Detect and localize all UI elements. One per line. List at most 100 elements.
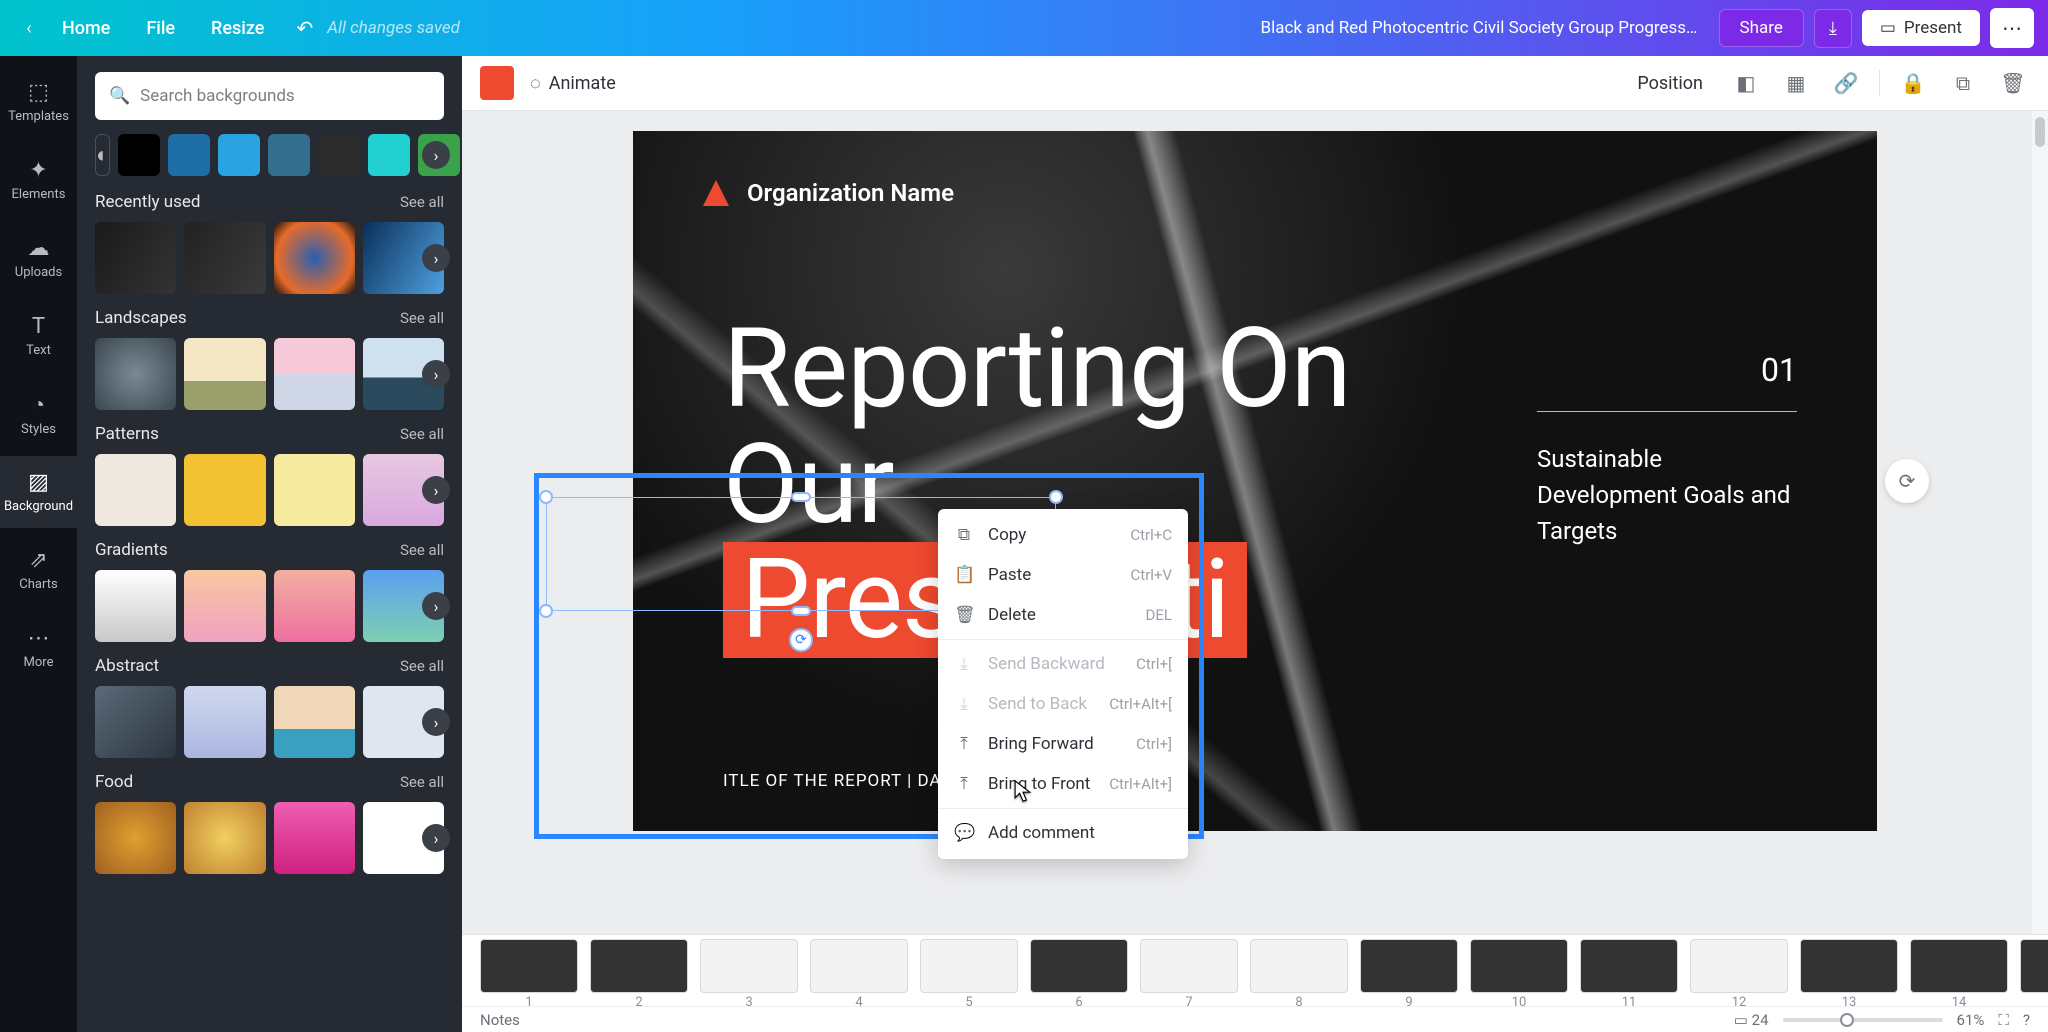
slide-number[interactable]: 01 [1761,351,1797,389]
slide-thumb[interactable] [920,939,1018,993]
slide-side-text[interactable]: Sustainable Development Goals and Target… [1537,441,1797,549]
slide-thumb[interactable] [810,939,908,993]
color-swatch[interactable] [118,134,160,176]
color-swatch[interactable] [268,134,310,176]
row-next-button[interactable]: › [422,360,450,388]
ctx-bring-to-front[interactable]: ⤒Bring to FrontCtrl+Alt+] [938,764,1188,804]
document-title[interactable]: Black and Red Photocentric Civil Society… [1261,18,1701,38]
slide-thumb[interactable] [590,939,688,993]
slide-thumb[interactable] [1910,939,2008,993]
color-swatch[interactable] [318,134,360,176]
slide-thumb[interactable] [480,939,578,993]
present-button[interactable]: ▭ Present [1862,10,1980,46]
slide-thumb[interactable] [1800,939,1898,993]
checker-icon[interactable]: ▦ [1779,71,1813,95]
fill-color-button[interactable] [480,66,514,100]
rail-charts[interactable]: ⇗Charts [0,534,77,606]
canvas-area[interactable]: Organization Name Reporting On Our Prese… [462,111,2048,934]
row-next-button[interactable]: › [422,476,450,504]
more-button[interactable]: ⋯ [1990,8,2034,48]
slide-thumb[interactable] [1690,939,1788,993]
swatch-next-button[interactable]: › [422,141,450,169]
home-menu[interactable]: Home [44,18,128,39]
trash-icon[interactable]: 🗑 [1996,71,2030,95]
background-thumb[interactable] [184,338,265,410]
resize-handle[interactable] [539,604,553,618]
vertical-scrollbar[interactable] [2032,111,2048,934]
see-all-link[interactable]: See all [400,193,444,211]
see-all-link[interactable]: See all [400,657,444,675]
resize-menu[interactable]: Resize [193,18,282,39]
image-picker-button[interactable]: ◐ [95,134,110,176]
background-thumb[interactable] [274,570,355,642]
see-all-link[interactable]: See all [400,425,444,443]
resize-handle[interactable] [1049,490,1063,504]
duplicate-icon[interactable]: ⧉ [1946,71,1980,95]
background-thumb[interactable] [184,222,265,294]
ctx-paste[interactable]: 📋PasteCtrl+V [938,555,1188,595]
rail-background[interactable]: ▨Background [0,456,77,528]
background-thumb[interactable] [95,802,176,874]
rail-text[interactable]: TText [0,300,77,372]
ctx-add-comment[interactable]: 💬Add comment [938,813,1188,853]
background-thumb[interactable] [274,802,355,874]
slide-thumb[interactable] [700,939,798,993]
slide-thumb[interactable] [1470,939,1568,993]
slide-thumb[interactable] [1250,939,1348,993]
undo-button[interactable]: ↶ [282,16,327,40]
rail-templates[interactable]: ⬚Templates [0,66,77,138]
resize-handle[interactable] [791,606,811,616]
background-thumb[interactable] [274,454,355,526]
notes-button[interactable]: Notes [480,1011,520,1029]
rail-styles[interactable]: ◔Styles [0,378,77,450]
slide-thumb[interactable] [1360,939,1458,993]
background-thumb[interactable] [274,338,355,410]
rail-more[interactable]: ⋯More [0,612,77,684]
resize-handle[interactable] [791,492,811,502]
fullscreen-icon[interactable]: ⛶ [1998,1011,2009,1029]
row-next-button[interactable]: › [422,824,450,852]
page-count[interactable]: ▭ 24 [1734,1011,1769,1029]
see-all-link[interactable]: See all [400,309,444,327]
background-thumb[interactable] [95,570,176,642]
sync-button[interactable]: ⟳ [1885,459,1929,503]
row-next-button[interactable]: › [422,708,450,736]
rail-elements[interactable]: ✦Elements [0,144,77,216]
background-thumb[interactable] [95,222,176,294]
see-all-link[interactable]: See all [400,773,444,791]
download-button[interactable]: ⤓ [1814,9,1852,48]
file-menu[interactable]: File [128,18,193,39]
background-thumb[interactable] [184,454,265,526]
background-thumb[interactable] [95,686,176,758]
search-input[interactable]: 🔍 Search backgrounds [95,72,444,120]
back-button[interactable]: ‹ [14,18,44,39]
org-header[interactable]: Organization Name [703,179,954,207]
slide-thumb[interactable] [1580,939,1678,993]
slide-thumb[interactable] [1030,939,1128,993]
background-thumb[interactable] [274,222,355,294]
background-thumb[interactable] [184,570,265,642]
background-thumb[interactable] [95,338,176,410]
zoom-slider[interactable] [1783,1018,1943,1022]
slide-thumb[interactable] [2020,939,2048,993]
ctx-copy[interactable]: ⧉CopyCtrl+C [938,515,1188,555]
zoom-value[interactable]: 61% [1957,1011,1985,1029]
help-icon[interactable]: ? [2023,1011,2030,1029]
see-all-link[interactable]: See all [400,541,444,559]
transparency-icon[interactable]: ◧ [1729,71,1763,95]
background-thumb[interactable] [274,686,355,758]
position-button[interactable]: Position [1627,73,1713,94]
link-icon[interactable]: 🔗 [1829,71,1863,95]
row-next-button[interactable]: › [422,592,450,620]
rail-uploads[interactable]: ☁Uploads [0,222,77,294]
color-swatch[interactable] [168,134,210,176]
slide-thumb[interactable] [1140,939,1238,993]
background-thumb[interactable] [184,686,265,758]
resize-handle[interactable] [539,490,553,504]
ctx-delete[interactable]: 🗑DeleteDEL [938,595,1188,635]
color-swatch[interactable] [218,134,260,176]
row-next-button[interactable]: › [422,244,450,272]
background-thumb[interactable] [95,454,176,526]
ctx-bring-forward[interactable]: ⤒Bring ForwardCtrl+] [938,724,1188,764]
lock-icon[interactable]: 🔒 [1896,71,1930,95]
